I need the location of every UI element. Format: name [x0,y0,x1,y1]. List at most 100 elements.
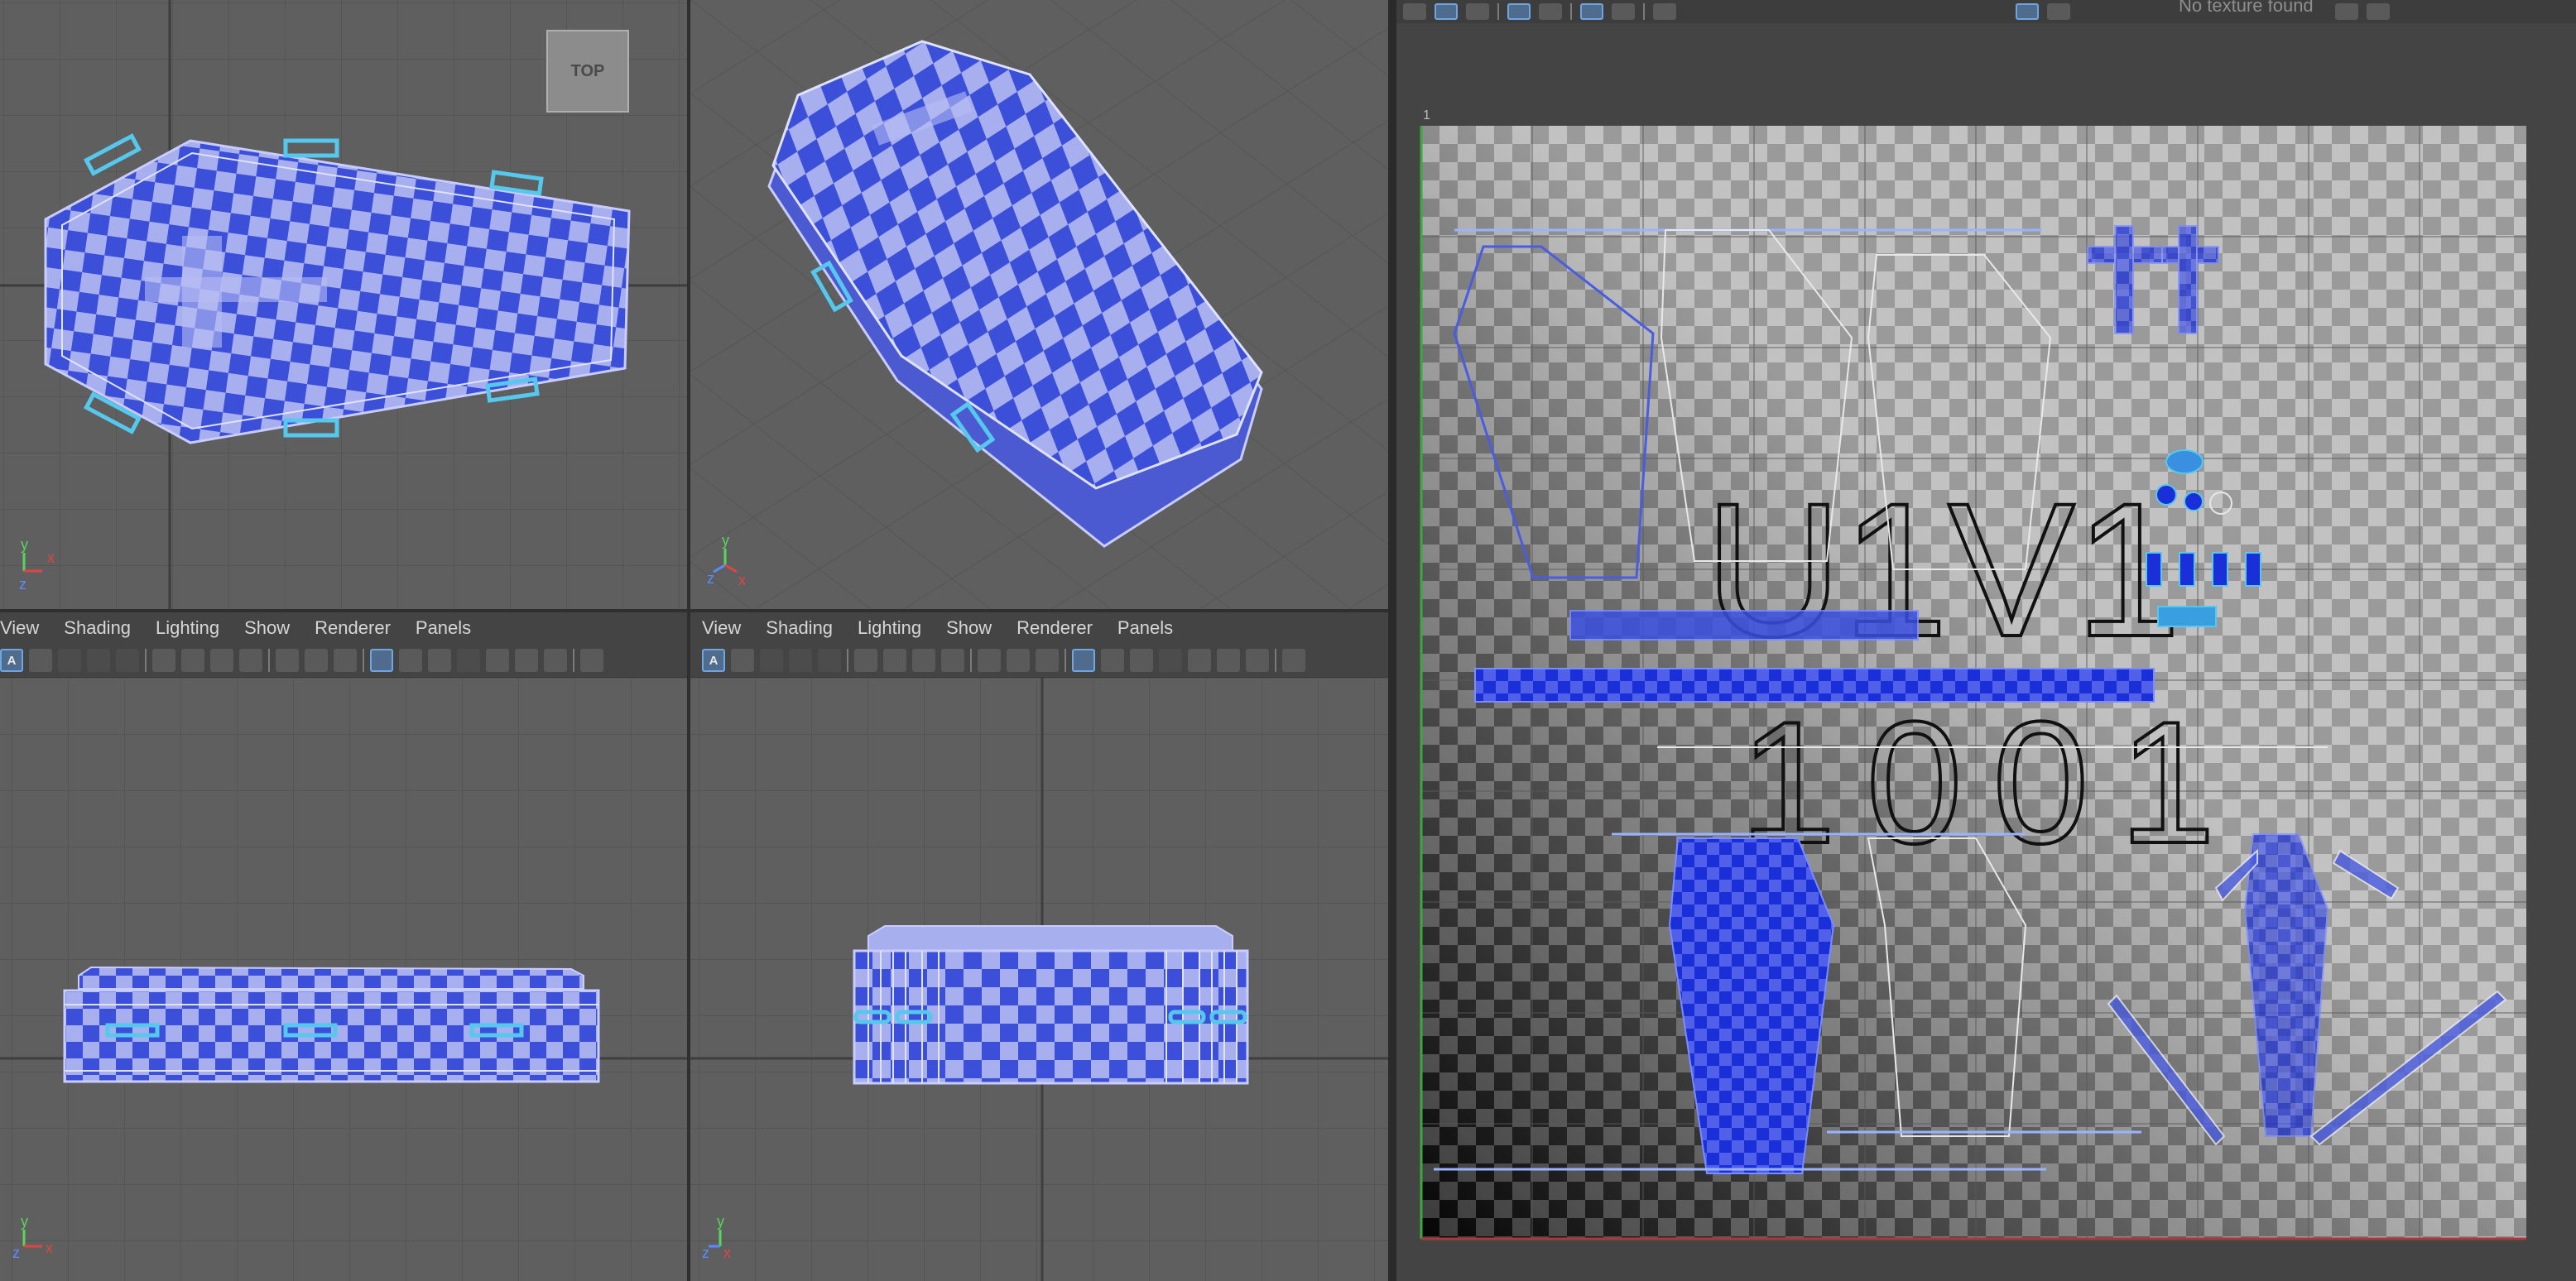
udim-number: 1001 [1739,685,2245,880]
side-axis-gizmo: y z x [702,1215,731,1261]
uv-color-icon[interactable] [2367,3,2390,20]
top-view-cube[interactable]: TOP [546,30,629,113]
menu-shading[interactable]: Shading [64,617,131,639]
toolbar-separator [1643,3,1645,20]
axis-label-z: z [707,570,714,587]
bookmark-icon[interactable] [239,649,262,672]
pencil-icon[interactable] [334,649,357,672]
coffin-mesh-front[interactable] [63,966,600,1083]
uv-editor-divider[interactable] [1388,0,1396,1281]
coffin-mesh-side[interactable] [853,925,1249,1085]
toolbar-separator [573,649,574,672]
lock-camera-icon[interactable] [883,649,906,672]
bookmark-icon[interactable] [58,649,81,672]
uv-image-display-icon[interactable] [2016,3,2039,20]
uv-exposure-icon[interactable] [2335,3,2358,20]
grease-pencil-icon[interactable] [978,649,1001,672]
camera-attributes-icon[interactable] [29,649,52,672]
side-panel-toolbar: A [690,644,1388,678]
viewport-divider-horizontal[interactable] [0,609,1388,612]
wireframe-icon[interactable] [1282,649,1305,672]
field-chart-icon[interactable] [486,649,509,672]
film-gate-icon[interactable] [399,649,422,672]
select-camera-icon[interactable]: A [0,649,23,672]
camera-pan-icon[interactable] [912,649,935,672]
camera-attributes-icon[interactable] [731,649,754,672]
uv-sphere-icon[interactable] [1612,3,1635,20]
axis-label-z: z [19,576,26,593]
menu-show[interactable]: Show [244,617,290,639]
snapshot-icon[interactable] [1007,649,1030,672]
pencil-icon[interactable] [1036,649,1059,672]
wireframe-icon[interactable] [580,649,603,672]
axis-label-x: x [723,1245,731,1261]
axis-label-y: y [717,1215,724,1230]
snapshot-icon[interactable] [305,649,328,672]
resolution-gate-icon[interactable] [1130,649,1153,672]
bookmark-icon[interactable] [941,649,964,672]
menu-show[interactable]: Show [946,617,992,639]
select-camera-icon[interactable]: A [702,649,725,672]
field-chart-icon[interactable] [1188,649,1211,672]
film-gate-icon[interactable] [1101,649,1124,672]
uv-grid-icon[interactable] [1580,3,1603,20]
menu-renderer[interactable]: Renderer [1016,617,1093,639]
grid-icon[interactable] [1072,649,1095,672]
safe-action-icon[interactable] [1217,649,1240,672]
front-viewport-panel: View Shading Lighting Show Renderer Pane… [0,612,687,1281]
top-axis-gizmo: y x z [19,538,55,593]
toolbar-separator [1275,649,1276,672]
camera-icon[interactable] [152,649,175,672]
image-plane-icon[interactable] [87,649,110,672]
camera-pan-icon[interactable] [210,649,233,672]
toolbar-separator [145,649,147,672]
menu-renderer[interactable]: Renderer [315,617,391,639]
menu-view[interactable]: View [0,617,39,639]
2d-pan-zoom-icon[interactable] [818,649,841,672]
axis-label-x: x [738,572,746,588]
camera-icon[interactable] [854,649,877,672]
menu-panels[interactable]: Panels [416,617,471,639]
persp-viewport[interactable]: y z x [690,0,1388,609]
side-viewport-canvas[interactable] [690,678,1388,1281]
resolution-gate-icon[interactable] [428,649,451,672]
axis-label-x: x [47,549,55,566]
uv-toolbar-button-icon[interactable] [1403,3,1426,20]
menu-panels[interactable]: Panels [1117,617,1173,639]
persp-viewport-canvas[interactable] [690,0,1388,609]
front-viewport-canvas[interactable] [0,678,687,1281]
gate-mask-icon[interactable] [1159,649,1182,672]
uv-snapshot-icon[interactable] [1653,3,1676,20]
image-plane-icon[interactable] [789,649,812,672]
safe-action-icon[interactable] [515,649,538,672]
grease-pencil-icon[interactable] [276,649,299,672]
uv-editor-toolbar: No texture found [1396,0,2576,23]
menu-view[interactable]: View [702,617,741,639]
axis-label-z: z [702,1245,709,1261]
uv-borders-icon[interactable] [1539,3,1562,20]
2d-pan-zoom-icon[interactable] [116,649,139,672]
front-panel-menubar: View Shading Lighting Show Renderer Pane… [0,612,687,644]
persp-axis-gizmo: y z x [707,534,746,588]
menu-lighting[interactable]: Lighting [156,617,219,639]
toolbar-separator [1065,649,1066,672]
safe-title-icon[interactable] [1246,649,1269,672]
bookmark-icon[interactable] [760,649,783,672]
safe-title-icon[interactable] [544,649,567,672]
toolbar-separator [847,649,848,672]
uv-checker-icon[interactable] [2047,3,2070,20]
viewport-divider-vertical[interactable] [687,0,690,1281]
gate-mask-icon[interactable] [457,649,480,672]
menu-lighting[interactable]: Lighting [858,617,921,639]
menu-shading[interactable]: Shading [766,617,833,639]
grid-icon[interactable] [370,649,393,672]
uv-texture-icon[interactable] [1466,3,1489,20]
uv-editor-canvas[interactable]: 1 U1V1 1001 [1396,23,2576,1281]
uv-shaded-icon[interactable] [1435,3,1458,20]
lock-camera-icon[interactable] [181,649,204,672]
uv-tile-row-label: 1 [1423,108,1430,122]
uv-distortion-icon[interactable] [1507,3,1531,20]
axis-label-z: z [12,1245,20,1261]
side-panel-menubar: View Shading Lighting Show Renderer Pane… [690,612,1388,644]
top-viewport[interactable]: TOP y x z [0,0,687,609]
